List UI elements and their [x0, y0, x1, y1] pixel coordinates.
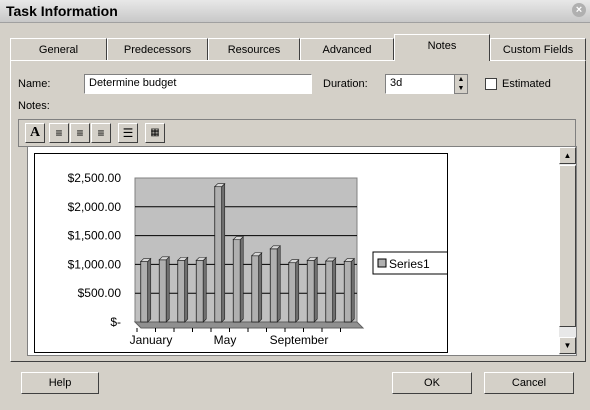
notes-toolbar: A ≡ ≡ ≡ ☰ ▦: [18, 119, 576, 147]
bar: [177, 256, 189, 323]
help-button[interactable]: Help: [21, 372, 99, 394]
window-title: Task Information: [6, 3, 118, 19]
bar-side: [147, 257, 152, 323]
tab-row: General Predecessors Resources Advanced …: [10, 34, 586, 61]
bar-side: [295, 258, 300, 323]
bar-side: [239, 235, 244, 323]
bar: [288, 258, 300, 323]
bar: [232, 235, 244, 323]
y-tick-label: $1,500.00: [68, 229, 122, 243]
x-tick-label: January: [130, 333, 173, 347]
tab-predecessors[interactable]: Predecessors: [107, 38, 208, 60]
spin-down-icon[interactable]: ▼: [455, 84, 467, 93]
bar-front: [343, 261, 352, 323]
duration-label: Duration:: [323, 78, 368, 90]
embedded-chart[interactable]: $2,500.00 $2,000.00 $1,500.00 $1,000.00 $500…: [34, 153, 450, 353]
x-tick-label: September: [270, 333, 329, 347]
bar: [269, 245, 281, 323]
bar-side: [332, 257, 337, 323]
scroll-thumb[interactable]: [559, 165, 576, 327]
insert-object-icon[interactable]: ▦: [145, 123, 165, 143]
bar-front: [251, 255, 260, 323]
font-icon[interactable]: A: [25, 123, 45, 143]
estimated-checkbox[interactable]: [485, 78, 497, 90]
tab-notes[interactable]: Notes: [394, 34, 490, 61]
bar: [251, 252, 263, 323]
bar-side: [258, 252, 263, 323]
bar-side: [165, 256, 170, 323]
bar: [214, 182, 226, 323]
ok-button[interactable]: OK: [392, 372, 472, 394]
bar-side: [313, 256, 318, 323]
name-label: Name:: [18, 78, 51, 90]
tab-advanced[interactable]: Advanced: [300, 38, 394, 60]
y-tick-label: $-: [110, 315, 121, 329]
estimated-label: Estimated: [502, 78, 551, 90]
bar: [158, 256, 170, 323]
align-right-icon[interactable]: ≡: [91, 123, 111, 143]
legend: Series1: [372, 251, 450, 275]
y-tick-label: $2,500.00: [68, 171, 122, 185]
align-center-icon[interactable]: ≡: [70, 123, 90, 143]
y-tick-label: $500.00: [78, 286, 122, 300]
bar-front: [140, 261, 149, 323]
legend-label: Series1: [389, 257, 430, 271]
bar: [325, 257, 337, 323]
bar: [306, 256, 318, 323]
bar-front: [306, 259, 315, 323]
bar-side: [350, 257, 355, 323]
notes-label: Notes:: [18, 100, 50, 112]
bar-side: [276, 245, 281, 323]
name-field[interactable]: Determine budget: [84, 74, 312, 94]
duration-stepper[interactable]: ▲ ▼: [454, 74, 468, 94]
bar-front: [195, 259, 204, 323]
tab-resources[interactable]: Resources: [208, 38, 300, 60]
plot-floor: [133, 321, 365, 329]
bullets-icon[interactable]: ☰: [118, 123, 138, 143]
title-bar: Task Information ×: [0, 0, 590, 23]
tab-general[interactable]: General: [10, 38, 107, 60]
close-icon[interactable]: ×: [572, 3, 586, 17]
x-tick-label: May: [214, 333, 237, 347]
scroll-down-icon[interactable]: ▼: [559, 337, 576, 354]
y-tick-label: $1,000.00: [68, 257, 122, 271]
bar: [140, 257, 152, 323]
legend-swatch: [377, 258, 387, 268]
bar-front: [214, 186, 223, 323]
scroll-up-icon[interactable]: ▲: [559, 147, 576, 164]
notes-area[interactable]: $2,500.00 $2,000.00 $1,500.00 $1,000.00 $500…: [27, 146, 577, 356]
y-tick-label: $2,000.00: [68, 200, 122, 214]
task-information-dialog: Task Information × General Predecessors …: [0, 0, 590, 410]
bar-front: [232, 239, 241, 323]
bar-front: [269, 248, 278, 323]
cancel-button[interactable]: Cancel: [484, 372, 574, 394]
bar-front: [158, 259, 167, 323]
duration-field[interactable]: 3d: [385, 74, 457, 94]
align-left-icon[interactable]: ≡: [49, 123, 69, 143]
bar-side: [184, 256, 189, 323]
bar-side: [221, 182, 226, 323]
vertical-scrollbar[interactable]: ▲ ▼: [559, 147, 576, 355]
bar: [195, 256, 207, 323]
bar: [343, 257, 355, 323]
spin-up-icon[interactable]: ▲: [455, 75, 467, 84]
tab-custom-fields[interactable]: Custom Fields: [490, 38, 586, 60]
chart-svg: $2,500.00 $2,000.00 $1,500.00 $1,000.00 $500…: [68, 171, 450, 347]
bar-front: [177, 259, 186, 323]
bar-side: [202, 256, 207, 323]
bar-front: [288, 262, 297, 323]
bar-front: [325, 260, 334, 323]
